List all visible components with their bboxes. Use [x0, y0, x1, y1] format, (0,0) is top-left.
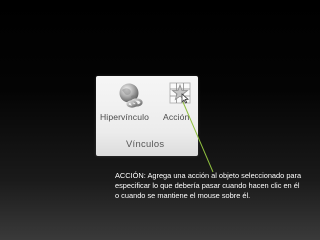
action-star-icon[interactable]	[169, 82, 191, 104]
action-description-text: ACCIÓN: Agrega una acción al objeto sele…	[115, 171, 302, 200]
hyperlink-button-label[interactable]: Hipervínculo	[100, 112, 149, 122]
ribbon-group-links: Hipervínculo Acción Vínculos	[96, 76, 198, 156]
slide-background: Hipervínculo Acción Vínculos ACCIÓN: Agr…	[0, 0, 320, 240]
group-label-vinculos: Vínculos	[126, 138, 165, 149]
action-button-label[interactable]: Acción	[160, 111, 192, 123]
globe-link-icon[interactable]	[118, 82, 144, 108]
